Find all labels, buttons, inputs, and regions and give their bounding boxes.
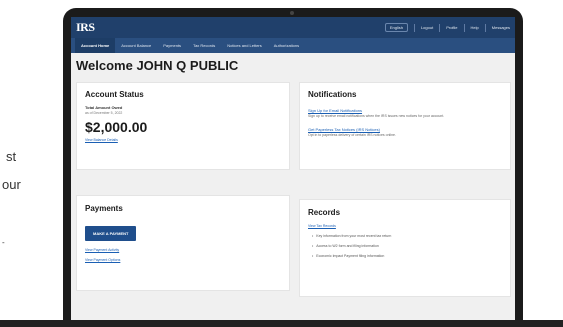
main-nav: Account Home Account Balance Payments Ta… <box>71 38 515 53</box>
page-title: Welcome JOHN Q PUBLIC <box>76 58 239 73</box>
laptop-frame: IRS English Logout Profile Help Messages… <box>63 8 523 327</box>
header-divider <box>463 23 465 32</box>
nav-authorizations[interactable]: Authorizations <box>268 38 305 53</box>
help-link[interactable]: Help <box>471 25 479 30</box>
amount-owed-label: Total Amount Owed <box>85 105 123 110</box>
header-divider <box>413 23 415 32</box>
paperless-notices-text: Opt in to paperless delivery of certain … <box>308 133 396 137</box>
list-item: Economic Impact Payment filing informati… <box>312 254 502 258</box>
header-actions: English Logout Profile Help Messages <box>384 23 510 32</box>
messages-link[interactable]: Messages <box>492 25 510 30</box>
records-card: Records View Tax Records Key information… <box>299 199 511 297</box>
side-text-line-1: st <box>6 149 17 164</box>
paperless-notices-link[interactable]: Get Paperless Tax Notices (IRS Notices) <box>308 127 502 132</box>
email-notifications-text: Sign up to receive email notifications w… <box>308 114 445 118</box>
account-status-title: Account Status <box>85 90 144 99</box>
nav-tax-records[interactable]: Tax Records <box>187 38 221 53</box>
nav-notices[interactable]: Notices and Letters <box>221 38 267 53</box>
make-payment-button[interactable]: MAKE A PAYMENT <box>85 226 137 241</box>
tax-records-link[interactable]: View Tax Records <box>308 224 502 228</box>
records-list: Key information from your most recent ta… <box>308 234 502 258</box>
camera-icon <box>290 11 294 15</box>
laptop-screen: IRS English Logout Profile Help Messages… <box>71 17 515 321</box>
notifications-card: Notifications Sign Up for Email Notifica… <box>299 82 511 170</box>
nav-account-home[interactable]: Account Home <box>75 38 116 53</box>
profile-link[interactable]: Profile <box>446 25 457 30</box>
header-divider <box>439 23 441 32</box>
as-of-date: as of December 5, 2022 <box>85 111 123 115</box>
notifications-title: Notifications <box>308 90 357 99</box>
nav-account-balance[interactable]: Account Balance <box>115 38 157 53</box>
nav-payments[interactable]: Payments <box>157 38 187 53</box>
logout-link[interactable]: Logout <box>421 25 433 30</box>
side-text-line-3: - <box>2 238 5 247</box>
list-item: Key information from your most recent ta… <box>312 234 502 238</box>
side-text-line-2: our <box>2 177 21 192</box>
email-notifications-link[interactable]: Sign Up for Email Notifications <box>308 108 502 113</box>
records-title: Records <box>308 208 341 217</box>
account-status-card: Account Status Total Amount Owed as of D… <box>76 82 290 170</box>
payment-options-link[interactable]: View Payment Options <box>85 258 281 262</box>
bottom-bar <box>0 320 563 327</box>
irs-logo[interactable]: IRS <box>76 20 95 35</box>
list-item: Access to W2 form and filing information <box>312 244 502 248</box>
balance-details-link[interactable]: View Balance Details <box>85 138 281 142</box>
header-divider <box>484 23 486 32</box>
balance-amount: $2,000.00 <box>85 119 148 135</box>
payment-activity-link[interactable]: View Payment Activity <box>85 248 281 252</box>
language-selector[interactable]: English <box>384 23 408 32</box>
site-header: IRS English Logout Profile Help Messages <box>71 17 515 38</box>
payments-card: Payments MAKE A PAYMENT View Payment Act… <box>76 195 290 291</box>
payments-title: Payments <box>85 204 123 213</box>
